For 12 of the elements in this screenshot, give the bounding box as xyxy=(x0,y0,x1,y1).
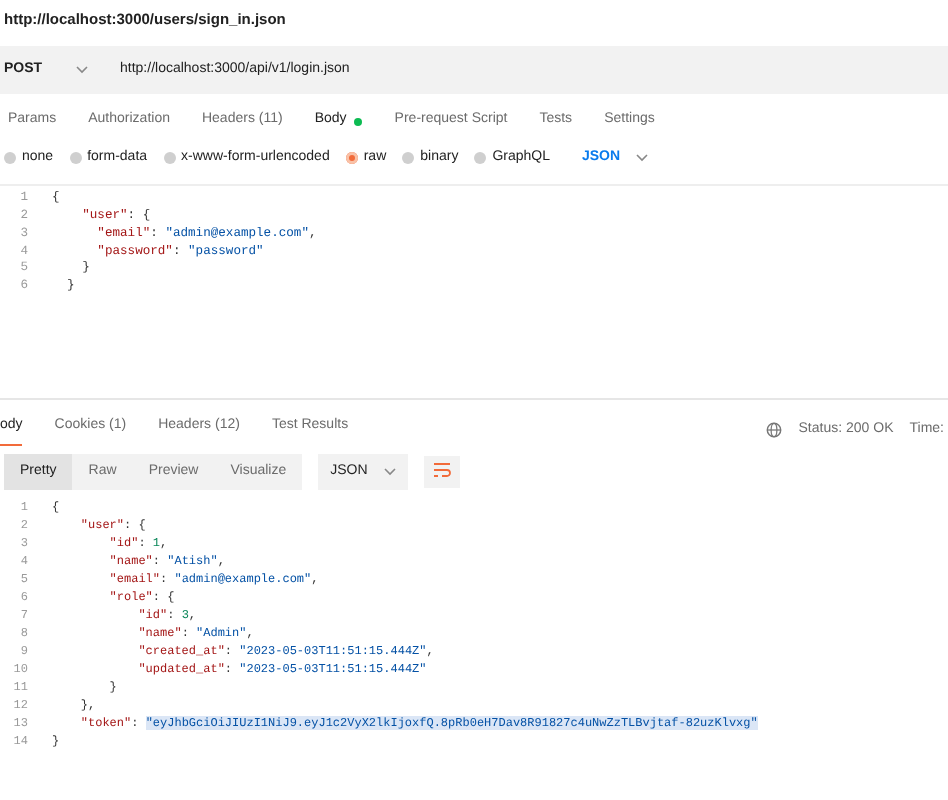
radio-icon[interactable] xyxy=(345,152,358,164)
radio-icon[interactable] xyxy=(474,152,487,164)
wrap-icon xyxy=(431,461,452,478)
caret-icon xyxy=(383,467,396,476)
caret-icon[interactable] xyxy=(76,66,88,75)
radio-icon[interactable] xyxy=(402,152,415,164)
radio-icon[interactable] xyxy=(4,152,16,164)
radio-icon[interactable] xyxy=(69,152,82,164)
globe-icon xyxy=(766,422,783,439)
radio-icon[interactable] xyxy=(163,152,176,164)
caret-icon xyxy=(636,154,649,162)
wrap-lines-button[interactable] xyxy=(423,455,460,489)
